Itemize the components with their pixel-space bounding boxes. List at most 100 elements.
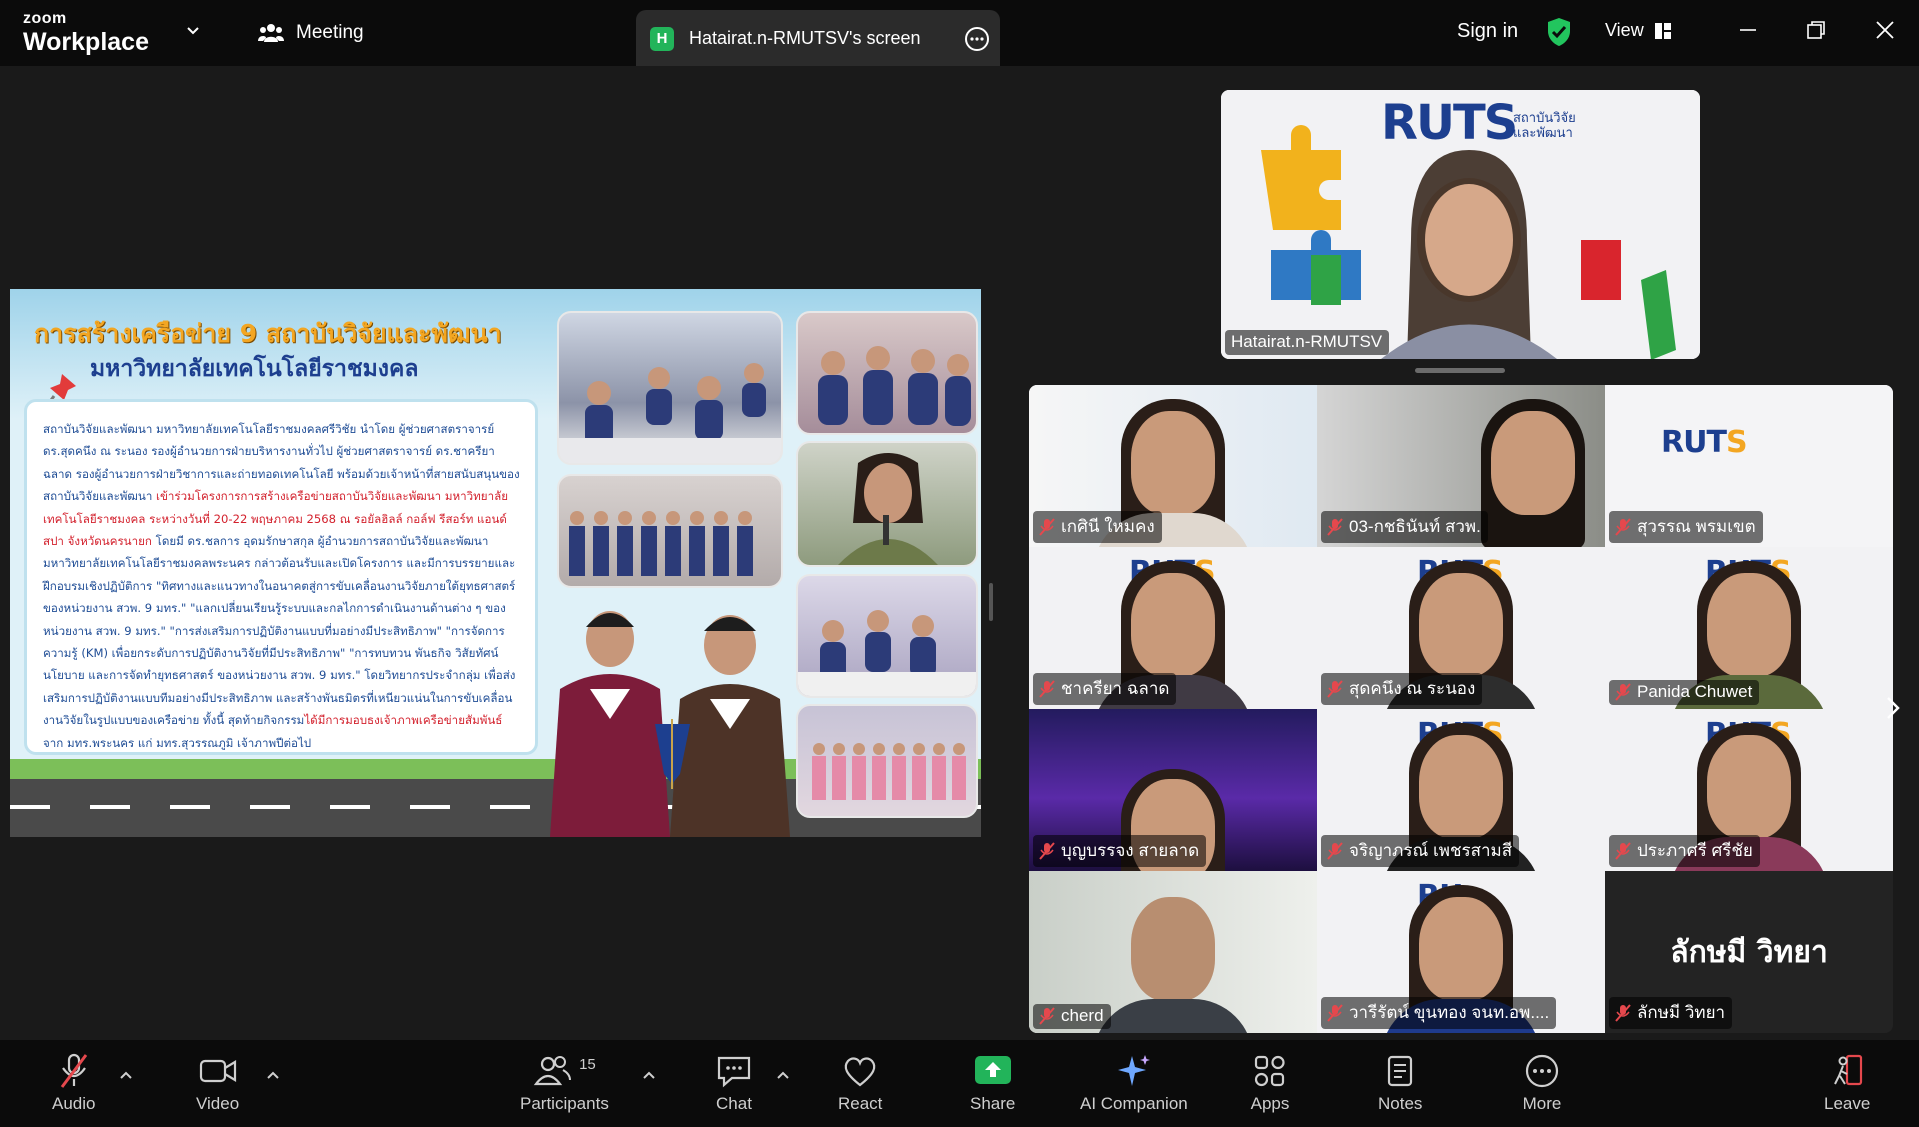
apps-icon xyxy=(1254,1055,1285,1087)
ruts-logo-text: RUTS xyxy=(1381,95,1518,151)
panel-resize-handle[interactable] xyxy=(989,583,993,621)
participant-tile[interactable]: RU วารีรัตน์ ขุนทอง จนท.อพ.... xyxy=(1317,871,1605,1033)
react-button[interactable]: React xyxy=(838,1052,882,1114)
video-options-caret-icon[interactable] xyxy=(266,1070,280,1080)
share-label: Share xyxy=(970,1094,1016,1113)
participant-tile[interactable]: RUTS ชาครียา ฉลาด xyxy=(1029,547,1317,709)
participant-name: บุญบรรจง สายลาด xyxy=(1061,841,1200,860)
shared-screen-content[interactable]: การสร้างเครือข่าย 9 สถาบันวิจัยและพัฒนา … xyxy=(10,289,981,837)
notes-icon xyxy=(1388,1055,1413,1087)
ruts-logo-subtitle: สถาบันวิจัยและพัฒนา xyxy=(1513,110,1576,140)
mic-muted-icon xyxy=(1615,841,1631,860)
active-speaker-video[interactable]: RUTS สถาบันวิจัยและพัฒนา Hatairat.n-RMUT… xyxy=(1221,90,1700,359)
participant-tile[interactable]: RUTS Panida Chuwet xyxy=(1605,547,1893,709)
chat-options-caret-icon[interactable] xyxy=(776,1070,790,1080)
chat-bubble-icon xyxy=(717,1056,751,1088)
zoom-workplace-logo: zoom Workplace xyxy=(23,11,149,55)
participant-tile[interactable]: 03-กชธินันท์ สวพ. xyxy=(1317,385,1605,547)
gallery-drag-handle[interactable] xyxy=(1415,368,1505,373)
photo-group-standing xyxy=(557,474,783,588)
mic-muted-icon xyxy=(1327,517,1343,536)
participant-tile[interactable]: RUTS สุดคนึง ณ ระนอง xyxy=(1317,547,1605,709)
share-screen-tab[interactable]: H Hatairat.n-RMUTSV's screen xyxy=(636,10,1000,66)
notes-button[interactable]: Notes xyxy=(1378,1052,1422,1114)
apps-label: Apps xyxy=(1250,1094,1290,1113)
mic-muted-icon xyxy=(1039,841,1055,860)
participant-tile[interactable]: เกศินี ใหมคง xyxy=(1029,385,1317,547)
participant-nametag: ประภาศรี ศรีชัย xyxy=(1609,835,1760,867)
close-icon[interactable] xyxy=(1873,18,1897,42)
more-options-icon[interactable] xyxy=(964,26,990,52)
photo-table-group xyxy=(796,574,978,698)
more-button[interactable]: More xyxy=(1522,1052,1562,1114)
meeting-controls-bar: Audio Video 15 Participants Chat React S… xyxy=(0,1040,1919,1127)
participant-face xyxy=(1707,573,1791,677)
flag-handover-illustration xyxy=(550,611,790,837)
view-label: View xyxy=(1605,20,1644,40)
participant-name: ลักษมี วิทยา xyxy=(1637,1003,1726,1022)
video-label: Video xyxy=(196,1094,240,1113)
video-button[interactable]: Video xyxy=(196,1052,239,1114)
leave-button[interactable]: Leave xyxy=(1824,1052,1870,1114)
participant-tile[interactable]: RUTS สุวรรณ พรมเขต xyxy=(1605,385,1893,547)
view-button[interactable]: View xyxy=(1605,20,1672,41)
speaker-name: Hatairat.n-RMUTSV xyxy=(1231,332,1383,351)
mic-muted-icon xyxy=(1039,517,1055,536)
meeting-tab[interactable]: Meeting xyxy=(258,22,364,44)
share-avatar-badge: H xyxy=(650,27,674,51)
participant-face xyxy=(1419,735,1503,839)
sign-in-button[interactable]: Sign in xyxy=(1457,20,1518,43)
minimize-icon[interactable] xyxy=(1736,18,1760,42)
shield-check-icon[interactable] xyxy=(1546,17,1572,47)
participants-button[interactable]: 15 Participants xyxy=(520,1052,609,1114)
participant-face xyxy=(1491,411,1575,515)
ruts-logo: RUTS xyxy=(1381,95,1518,151)
restore-icon[interactable] xyxy=(1804,18,1828,42)
people-illustration xyxy=(812,743,966,800)
participant-nametag: Panida Chuwet xyxy=(1609,680,1760,705)
more-label: More xyxy=(1522,1094,1562,1113)
gallery-next-page-icon[interactable] xyxy=(1885,695,1901,721)
mic-muted-icon xyxy=(1615,683,1631,701)
slide-title-line1: การสร้างเครือข่าย 9 สถาบันวิจัยและพัฒนา xyxy=(34,319,502,348)
apps-button[interactable]: Apps xyxy=(1250,1052,1290,1114)
participants-options-caret-icon[interactable] xyxy=(642,1070,656,1080)
slide-body-3: จาก มทร.พระนคร แก่ มทร.สุวรรณภูมิ เจ้าภา… xyxy=(43,735,312,750)
participant-tile[interactable]: บุญบรรจง สายลาด xyxy=(1029,709,1317,871)
participant-face xyxy=(1419,573,1503,677)
ai-companion-button[interactable]: AI Companion xyxy=(1080,1052,1188,1114)
participant-tile[interactable]: RUTS ประภาศรี ศรีชัย xyxy=(1605,709,1893,871)
layout-icon xyxy=(1654,22,1671,39)
audio-button[interactable]: Audio xyxy=(52,1052,95,1114)
participant-name: ประภาศรี ศรีชัย xyxy=(1637,841,1753,860)
mic-muted-icon xyxy=(1615,517,1631,536)
people-illustration xyxy=(559,363,781,463)
participant-tile[interactable]: ลักษมี วิทยา ลักษมี วิทยา xyxy=(1605,871,1893,1033)
brand-big: Workplace xyxy=(23,28,149,56)
participants-count: 15 xyxy=(579,1056,596,1073)
audio-options-caret-icon[interactable] xyxy=(119,1070,133,1080)
mic-muted-icon xyxy=(1327,679,1343,698)
share-button[interactable]: Share xyxy=(970,1052,1015,1114)
participant-tile[interactable]: cherd xyxy=(1029,871,1317,1033)
speaker-nametag: Hatairat.n-RMUTSV xyxy=(1225,330,1390,355)
mic-muted-icon xyxy=(1327,841,1343,860)
participant-face xyxy=(1131,897,1215,1001)
mic-muted-icon xyxy=(1039,1007,1055,1025)
chevron-down-icon[interactable] xyxy=(184,22,202,40)
participant-tile[interactable]: RUTS จริญาภรณ์ เพชรสามสี xyxy=(1317,709,1605,871)
mic-muted-icon xyxy=(1615,1003,1631,1022)
mic-muted-icon xyxy=(60,1053,87,1088)
mic-muted-icon xyxy=(1039,679,1055,698)
participant-nametag: สุวรรณ พรมเขต xyxy=(1609,511,1763,543)
chat-button[interactable]: Chat xyxy=(714,1052,754,1114)
slide-body-2: โดยมี ดร.ชลการ อุดมรักษาสกุล ผู้อำนวยการ… xyxy=(43,534,516,728)
participant-nametag: จริญาภรณ์ เพชรสามสี xyxy=(1321,835,1520,867)
participants-label: Participants xyxy=(520,1094,609,1113)
participant-nametag: วารีรัตน์ ขุนทอง จนท.อพ.... xyxy=(1321,997,1557,1029)
photo-pink-group xyxy=(796,704,978,818)
participant-name: จริญาภรณ์ เพชรสามสี xyxy=(1349,841,1513,860)
slide-body-red-2: ได้มีการมอบธงเจ้าภาพเครือข่ายสัมพันธ์ xyxy=(304,713,503,728)
participant-nametag: ชาครียา ฉลาด xyxy=(1033,673,1177,705)
participant-face xyxy=(1419,897,1503,1001)
